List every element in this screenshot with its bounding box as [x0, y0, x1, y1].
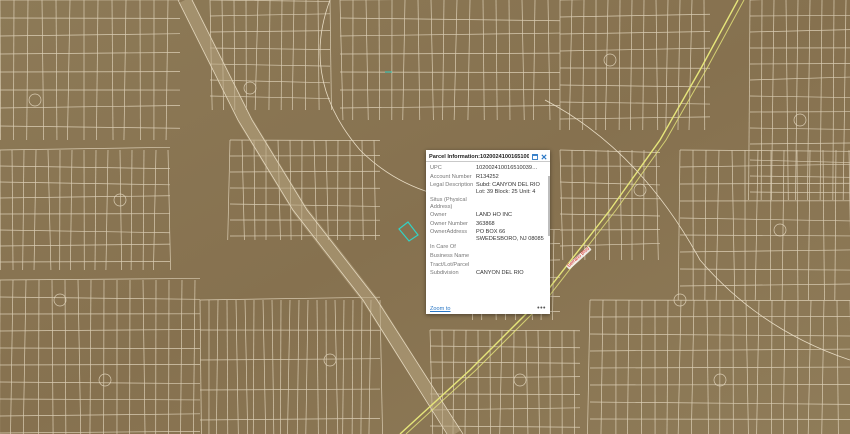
info-row: OwnerAddress PO BOX 66 SWEDESBORO, NJ 080…: [430, 229, 546, 242]
info-value: Subd: CANYON DEL RIO Lot: 39 Block: 25 U…: [476, 182, 540, 195]
info-value: [476, 253, 546, 259]
info-row: Subdivision CANYON DEL RIO: [430, 270, 546, 276]
info-label: Owner: [430, 212, 447, 219]
info-label: Business Name: [430, 252, 470, 259]
parcel-info-popup: Parcel Information:102002410016510039… U…: [426, 150, 550, 314]
info-label: Owner Number: [430, 220, 468, 227]
info-label: OwnerAddress: [430, 229, 467, 236]
popup-header: Parcel Information:102002410016510039…: [426, 150, 550, 162]
info-label: Legal Description: [430, 182, 474, 189]
info-row: Tract/Lot/Parcel: [430, 262, 546, 268]
terrain-background: [0, 0, 850, 434]
info-row: Owner LAND HO INC: [430, 212, 546, 218]
info-label: Subdivision: [430, 270, 459, 277]
close-icon[interactable]: [540, 154, 547, 161]
info-row: In Care Of: [430, 244, 546, 250]
info-value: [476, 244, 546, 250]
info-row: Business Name: [430, 253, 546, 259]
popup-title: Parcel Information:102002410016510039…: [429, 154, 529, 160]
zoom-to-link[interactable]: Zoom to: [430, 306, 537, 312]
info-row: UPC 102002410016510039…: [430, 165, 546, 171]
info-value: [476, 197, 546, 210]
info-row: Account Number R134252: [430, 174, 546, 180]
info-row: Legal Description Subd: CANYON DEL RIO Lo…: [430, 182, 546, 195]
popup-scrollbar[interactable]: [548, 176, 550, 236]
info-label: UPC: [430, 165, 442, 171]
info-value: 102002410016510039…: [476, 165, 538, 171]
info-value: R134252: [476, 173, 499, 180]
info-row: Owner Number 363868: [430, 221, 546, 227]
more-actions-button[interactable]: •••: [537, 305, 546, 312]
maximize-icon[interactable]: [531, 154, 538, 161]
info-row: Situs (Physical Address): [430, 197, 546, 210]
info-value: CANYON DEL RIO: [476, 270, 524, 277]
info-label: Tract/Lot/Parcel: [430, 261, 470, 268]
info-value: [476, 262, 546, 268]
info-value: 363868: [476, 220, 495, 227]
info-label: Situs (Physical Address): [430, 197, 467, 210]
info-value: LAND HO INC: [476, 212, 513, 219]
info-label: In Care Of: [430, 244, 456, 251]
info-value: PO BOX 66 SWEDESBORO, NJ 08085: [476, 229, 544, 242]
popup-body[interactable]: UPC 102002410016510039… Account Number R134…: [426, 162, 550, 300]
info-label: Account Number: [430, 173, 472, 180]
popup-footer: Zoom to •••: [426, 303, 550, 314]
satellite-map[interactable]: [0, 0, 850, 434]
